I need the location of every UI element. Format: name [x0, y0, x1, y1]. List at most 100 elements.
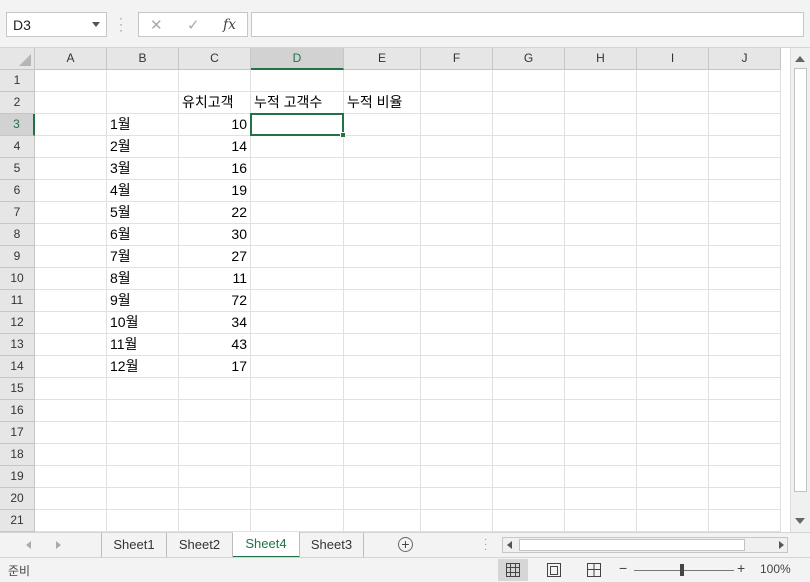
row-header-1[interactable]: 1 — [0, 70, 35, 92]
row-header-19[interactable]: 19 — [0, 466, 35, 488]
cell-a3[interactable] — [35, 114, 107, 136]
cell-g13[interactable] — [493, 334, 565, 356]
cell-g20[interactable] — [493, 488, 565, 510]
cell-g4[interactable] — [493, 136, 565, 158]
cell-f7[interactable] — [421, 202, 493, 224]
cell-j4[interactable] — [709, 136, 781, 158]
cell-i6[interactable] — [637, 180, 709, 202]
sheet-tab-sheet4[interactable]: Sheet4 — [233, 532, 300, 558]
cell-c16[interactable] — [179, 400, 251, 422]
cell-a8[interactable] — [35, 224, 107, 246]
column-header-d[interactable]: D — [251, 48, 344, 70]
cell-j3[interactable] — [709, 114, 781, 136]
cell-d17[interactable] — [251, 422, 344, 444]
row-header-17[interactable]: 17 — [0, 422, 35, 444]
cell-g6[interactable] — [493, 180, 565, 202]
cell-c5[interactable]: 16 — [179, 158, 251, 180]
cell-d13[interactable] — [251, 334, 344, 356]
cell-b5[interactable]: 3월 — [107, 158, 179, 180]
cell-i3[interactable] — [637, 114, 709, 136]
cell-b20[interactable] — [107, 488, 179, 510]
cell-a14[interactable] — [35, 356, 107, 378]
scroll-right-icon[interactable] — [779, 541, 784, 549]
row-header-3[interactable]: 3 — [0, 114, 35, 136]
cell-f8[interactable] — [421, 224, 493, 246]
cell-f9[interactable] — [421, 246, 493, 268]
cell-c1[interactable] — [179, 70, 251, 92]
cell-b21[interactable] — [107, 510, 179, 532]
cell-c6[interactable]: 19 — [179, 180, 251, 202]
cell-e6[interactable] — [344, 180, 421, 202]
cell-c12[interactable]: 34 — [179, 312, 251, 334]
cell-j17[interactable] — [709, 422, 781, 444]
cell-f6[interactable] — [421, 180, 493, 202]
cell-h9[interactable] — [565, 246, 637, 268]
zoom-in-button[interactable]: + — [737, 560, 745, 576]
cell-e19[interactable] — [344, 466, 421, 488]
cell-j14[interactable] — [709, 356, 781, 378]
cell-h2[interactable] — [565, 92, 637, 114]
cell-i20[interactable] — [637, 488, 709, 510]
cell-a5[interactable] — [35, 158, 107, 180]
cell-f21[interactable] — [421, 510, 493, 532]
cell-f10[interactable] — [421, 268, 493, 290]
cell-d5[interactable] — [251, 158, 344, 180]
cell-a9[interactable] — [35, 246, 107, 268]
cell-e4[interactable] — [344, 136, 421, 158]
cell-i5[interactable] — [637, 158, 709, 180]
cell-j2[interactable] — [709, 92, 781, 114]
add-sheet-button[interactable]: + — [398, 537, 413, 552]
cell-b13[interactable]: 11월 — [107, 334, 179, 356]
cell-c7[interactable]: 22 — [179, 202, 251, 224]
cell-g5[interactable] — [493, 158, 565, 180]
cell-e13[interactable] — [344, 334, 421, 356]
cell-c19[interactable] — [179, 466, 251, 488]
row-header-21[interactable]: 21 — [0, 510, 35, 532]
cell-g18[interactable] — [493, 444, 565, 466]
cell-b15[interactable] — [107, 378, 179, 400]
zoom-slider-thumb[interactable] — [680, 564, 684, 576]
cell-j8[interactable] — [709, 224, 781, 246]
scroll-up-icon[interactable] — [795, 56, 805, 62]
cell-h5[interactable] — [565, 158, 637, 180]
cell-e1[interactable] — [344, 70, 421, 92]
cell-d14[interactable] — [251, 356, 344, 378]
cell-h3[interactable] — [565, 114, 637, 136]
cell-j7[interactable] — [709, 202, 781, 224]
cell-i15[interactable] — [637, 378, 709, 400]
cell-f3[interactable] — [421, 114, 493, 136]
cell-b6[interactable]: 4월 — [107, 180, 179, 202]
cell-d9[interactable] — [251, 246, 344, 268]
cell-i7[interactable] — [637, 202, 709, 224]
zoom-slider-track[interactable] — [634, 570, 734, 571]
cell-e3[interactable] — [344, 114, 421, 136]
cell-a13[interactable] — [35, 334, 107, 356]
cell-d20[interactable] — [251, 488, 344, 510]
cell-b11[interactable]: 9월 — [107, 290, 179, 312]
column-header-a[interactable]: A — [35, 48, 107, 70]
cell-a16[interactable] — [35, 400, 107, 422]
cell-e2[interactable]: 누적 비율 — [344, 92, 421, 114]
cell-b16[interactable] — [107, 400, 179, 422]
cell-f14[interactable] — [421, 356, 493, 378]
chevron-down-icon[interactable] — [92, 22, 100, 27]
enter-icon[interactable]: ✓ — [187, 16, 200, 34]
cell-b7[interactable]: 5월 — [107, 202, 179, 224]
cell-g16[interactable] — [493, 400, 565, 422]
row-header-18[interactable]: 18 — [0, 444, 35, 466]
cell-a21[interactable] — [35, 510, 107, 532]
cell-e5[interactable] — [344, 158, 421, 180]
column-header-e[interactable]: E — [344, 48, 421, 70]
cell-f5[interactable] — [421, 158, 493, 180]
zoom-out-button[interactable]: − — [619, 560, 627, 576]
prev-sheet-icon[interactable] — [26, 541, 31, 549]
row-header-11[interactable]: 11 — [0, 290, 35, 312]
row-header-20[interactable]: 20 — [0, 488, 35, 510]
cell-c13[interactable]: 43 — [179, 334, 251, 356]
cell-a2[interactable] — [35, 92, 107, 114]
cell-f12[interactable] — [421, 312, 493, 334]
cell-d10[interactable] — [251, 268, 344, 290]
row-header-2[interactable]: 2 — [0, 92, 35, 114]
cell-g17[interactable] — [493, 422, 565, 444]
cell-j9[interactable] — [709, 246, 781, 268]
